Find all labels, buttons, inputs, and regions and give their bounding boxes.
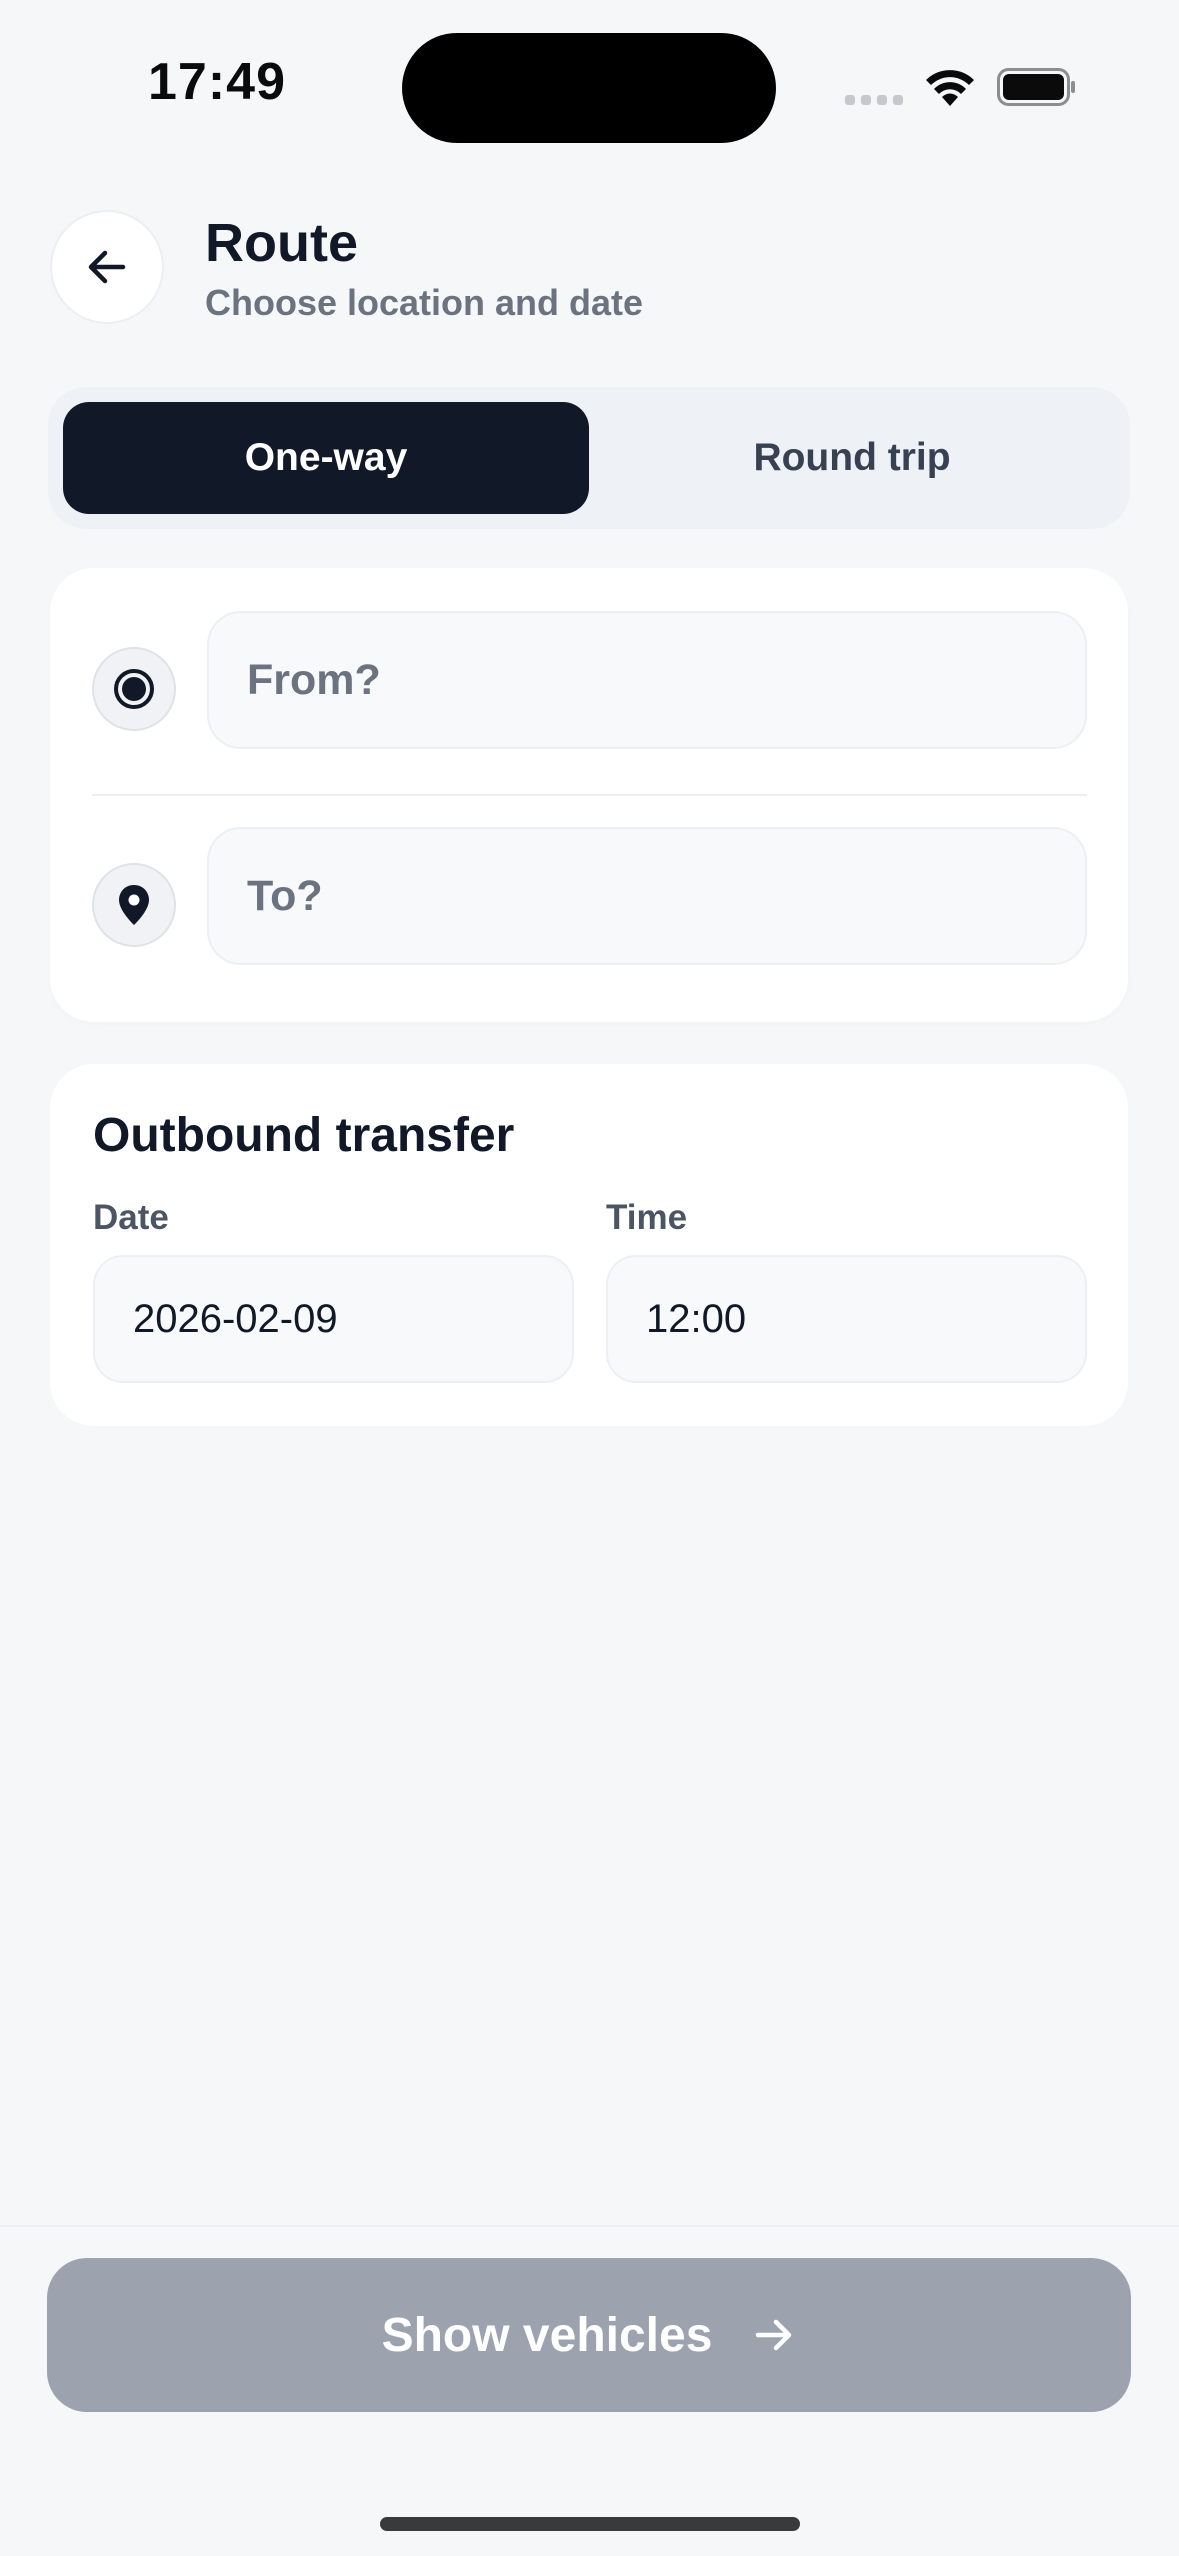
origin-indicator xyxy=(92,647,176,731)
route-card xyxy=(50,568,1128,1022)
radio-dot-icon xyxy=(114,669,154,709)
destination-indicator xyxy=(92,863,176,947)
page-subtitle: Choose location and date xyxy=(205,282,644,323)
one-way-tab[interactable]: One-way xyxy=(63,402,589,514)
trip-type-segmented-control: One-way Round trip xyxy=(48,387,1130,529)
time-field[interactable]: 12:00 xyxy=(606,1255,1087,1383)
status-time: 17:49 xyxy=(148,53,286,111)
cellular-signal-icon xyxy=(845,95,905,107)
arrow-right-icon xyxy=(756,2319,792,2351)
show-vehicles-button[interactable]: Show vehicles xyxy=(47,2258,1131,2412)
battery-icon xyxy=(997,68,1075,106)
show-vehicles-label: Show vehicles xyxy=(381,2308,713,2362)
page-title: Route xyxy=(205,213,358,273)
outbound-title: Outbound transfer xyxy=(93,1109,515,1162)
arrow-left-icon xyxy=(88,250,126,284)
home-indicator xyxy=(380,2517,800,2531)
wifi-icon xyxy=(926,70,974,106)
round-trip-tab[interactable]: Round trip xyxy=(589,402,1115,514)
to-input[interactable] xyxy=(207,827,1087,965)
outbound-transfer-card: Outbound transfer Date Time 2026-02-09 1… xyxy=(50,1064,1128,1426)
dynamic-island xyxy=(402,33,776,143)
back-button[interactable] xyxy=(50,210,164,324)
from-input[interactable] xyxy=(207,611,1087,749)
bottom-divider xyxy=(0,2225,1179,2227)
route-divider xyxy=(92,794,1087,796)
date-field[interactable]: 2026-02-09 xyxy=(93,1255,574,1383)
time-label: Time xyxy=(606,1198,688,1237)
map-pin-icon xyxy=(119,885,149,925)
date-label: Date xyxy=(93,1198,169,1237)
